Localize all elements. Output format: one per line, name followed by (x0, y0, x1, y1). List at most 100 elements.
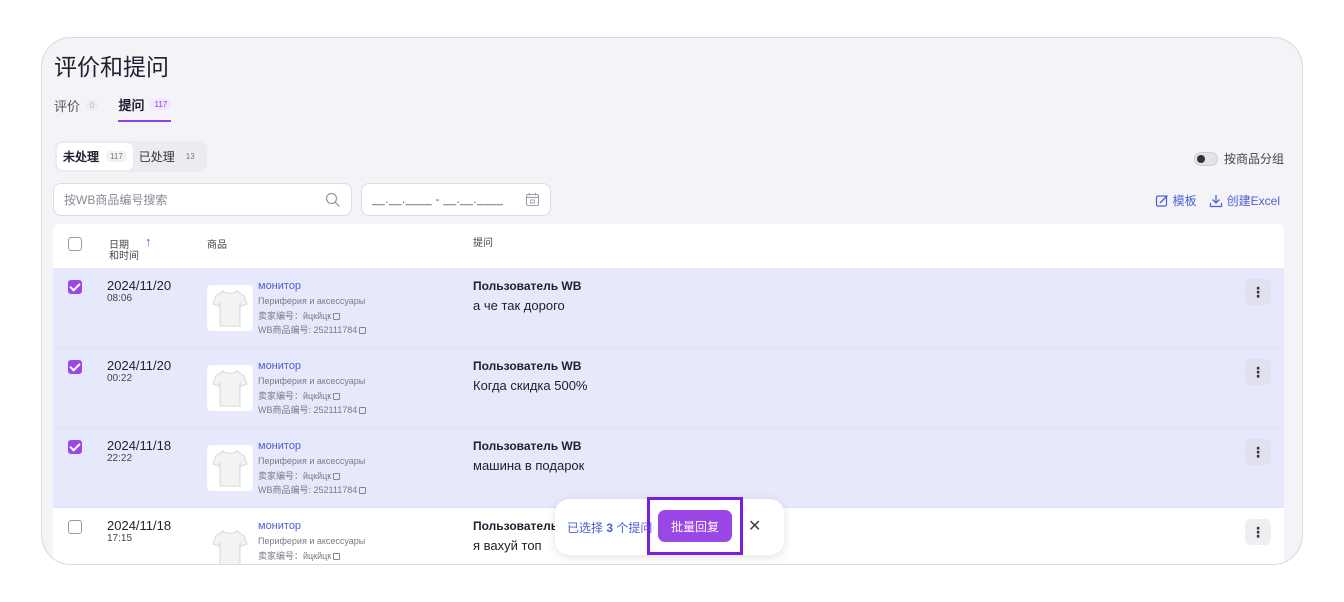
product-thumbnail[interactable] (207, 365, 253, 411)
question-user: Пользователь WB (473, 439, 582, 453)
row-checkbox[interactable] (68, 520, 82, 534)
search-box (53, 183, 352, 216)
tab-questions[interactable]: 提问 117 (118, 95, 172, 122)
wb-sku: WB商品编号: 252111784 (258, 323, 367, 336)
subtab-processed[interactable]: 已处理 13 (133, 143, 205, 170)
close-icon[interactable]: ✕ (748, 516, 761, 536)
question-user: Пользователь WB (473, 279, 582, 293)
row-time: 17:15 (107, 533, 133, 544)
table-row[interactable]: 2024/11/18 22:22 монитор Периферия и акс… (53, 428, 1284, 508)
seller-sku: 卖家编号：йцкйцк (258, 549, 341, 562)
product-category: Периферия и аксессуары (258, 536, 366, 546)
toggle-switch[interactable] (1193, 151, 1218, 166)
subtab-unprocessed-count: 117 (106, 151, 127, 162)
subtab-unprocessed[interactable]: 未处理 117 (57, 143, 133, 170)
row-time: 08:06 (107, 293, 133, 304)
subtab-processed-count: 13 (181, 151, 199, 162)
copy-icon[interactable] (359, 407, 367, 415)
tab-questions-count: 117 (150, 99, 172, 110)
copy-icon[interactable] (359, 487, 367, 495)
tab-reviews[interactable]: 评价 0 (54, 95, 99, 122)
product-category: Периферия и аксессуары (258, 296, 366, 306)
product-name-link[interactable]: монитор (258, 360, 301, 372)
highlight-frame: 批量回复 (647, 497, 743, 555)
product-name-link[interactable]: монитор (258, 440, 301, 452)
product-category: Периферия и аксессуары (258, 456, 366, 466)
table-row[interactable]: 2024/11/20 00:22 монитор Периферия и акс… (53, 348, 1284, 428)
search-icon[interactable] (325, 192, 341, 208)
seller-sku-text: 卖家编号：йцкйцк (258, 311, 332, 321)
copy-icon[interactable] (359, 327, 367, 335)
question-text: Когда скидка 500% (473, 378, 588, 393)
toolbar-actions: 模板 创建Excel (1155, 192, 1280, 209)
header-product: 商品 (207, 240, 227, 251)
product-name-link[interactable]: монитор (258, 520, 301, 532)
main-tabs: 评价 0 提问 117 (54, 95, 172, 122)
bulk-prefix: 已选择 (567, 520, 607, 535)
tshirt-icon (212, 530, 248, 564)
seller-sku: 卖家编号：йцкйцк (258, 309, 341, 322)
group-by-product-toggle[interactable]: 按商品分组 (1193, 150, 1284, 167)
select-all-checkbox[interactable] (68, 237, 82, 251)
create-excel-label: 创建Excel (1226, 194, 1280, 208)
row-date: 2024/11/18 (107, 438, 172, 453)
templates-button[interactable]: 模板 (1155, 192, 1197, 209)
row-checkbox[interactable] (68, 280, 82, 294)
product-thumbnail[interactable] (207, 525, 253, 564)
row-checkbox[interactable] (68, 360, 82, 374)
copy-icon[interactable] (333, 393, 341, 401)
page-title: 评价和提问 (54, 54, 169, 80)
copy-icon[interactable] (333, 553, 341, 561)
tab-questions-label: 提问 (118, 98, 145, 113)
tshirt-icon (212, 290, 248, 327)
create-excel-button[interactable]: 创建Excel (1209, 192, 1280, 209)
product-thumbnail[interactable] (207, 445, 253, 491)
calendar-icon[interactable] (525, 192, 540, 207)
tab-reviews-count: 0 (86, 100, 99, 111)
copy-icon[interactable] (333, 473, 341, 481)
row-date: 2024/11/20 (107, 278, 172, 293)
product-name-link[interactable]: монитор (258, 280, 301, 292)
more-vert-icon[interactable]: ⋮ (1245, 439, 1271, 465)
wb-sku-text: WB商品编号: 252111784 (258, 405, 358, 415)
seller-sku-text: 卖家编号：йцкйцк (258, 391, 332, 401)
row-checkbox[interactable] (68, 440, 82, 454)
bulk-action-bar: 已选择 3 个提问 批量回复 ✕ (555, 497, 784, 555)
question-text: а че так дорого (473, 298, 565, 313)
tshirt-icon (212, 450, 248, 487)
tab-reviews-label: 评价 (54, 99, 81, 114)
header-date-line2: 和时间 (109, 251, 139, 262)
row-time: 00:22 (107, 373, 133, 384)
wb-sku: WB商品编号: 252111784 (258, 483, 367, 496)
bulk-reply-button[interactable]: 批量回复 (658, 510, 732, 542)
group-toggle-label: 按商品分组 (1223, 152, 1284, 166)
wb-sku-text: WB商品编号: 252111784 (258, 325, 358, 335)
sort-arrow-icon[interactable]: ↑ (145, 234, 152, 249)
tshirt-icon (212, 370, 248, 407)
product-thumbnail[interactable] (207, 285, 253, 331)
search-input[interactable] (64, 192, 325, 207)
bulk-selection-label: 已选择 3 个提问 (567, 519, 652, 536)
date-range-value: __.__.____ - __.__.____ (372, 193, 504, 206)
seller-sku-text: 卖家编号：йцкйцк (258, 551, 332, 561)
table-row[interactable]: 2024/11/20 08:06 монитор Периферия и акс… (53, 268, 1284, 348)
question-text: я вахуй топ (473, 538, 542, 553)
wb-sku-text: WB商品编号: 252111784 (258, 485, 358, 495)
more-vert-icon[interactable]: ⋮ (1245, 519, 1271, 545)
subtab-unprocessed-label: 未处理 (63, 150, 100, 164)
more-vert-icon[interactable]: ⋮ (1245, 279, 1271, 305)
product-category: Периферия и аксессуары (258, 376, 366, 386)
question-text: машина в подарок (473, 458, 585, 473)
download-icon (1209, 194, 1222, 207)
seller-sku: 卖家编号：йцкйцк (258, 469, 341, 482)
copy-icon[interactable] (333, 313, 341, 321)
seller-sku: 卖家编号：йцкйцк (258, 389, 341, 402)
subtab-processed-label: 已处理 (138, 150, 175, 164)
wb-sku: WB商品编号: 252111784 (258, 403, 367, 416)
question-user: Пользователь WB (473, 359, 582, 373)
seller-sku-text: 卖家编号：йцкйцк (258, 471, 332, 481)
status-subtabs: 未处理 117 已处理 13 (55, 141, 207, 172)
more-vert-icon[interactable]: ⋮ (1245, 359, 1271, 385)
row-time: 22:22 (107, 453, 133, 464)
date-range-input[interactable]: __.__.____ - __.__.____ (361, 183, 551, 216)
